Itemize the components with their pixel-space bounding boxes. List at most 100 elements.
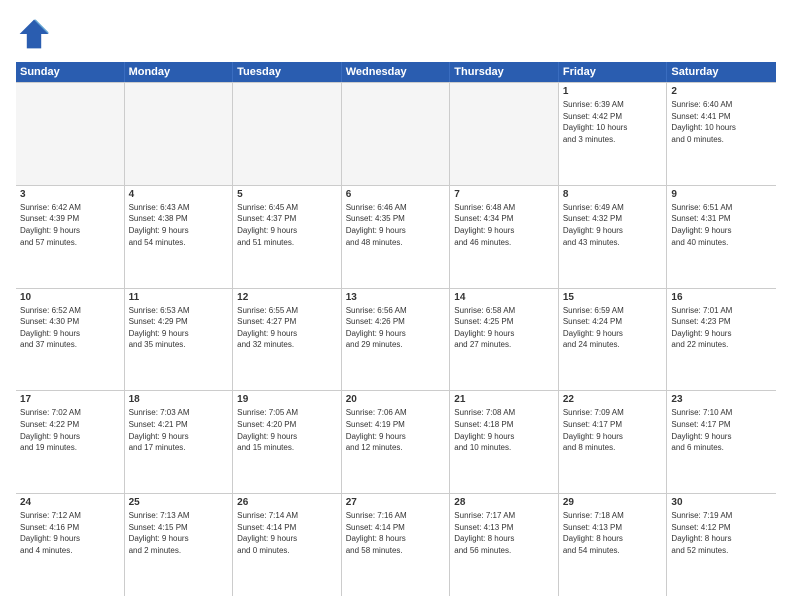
day-info: Sunrise: 6:55 AM Sunset: 4:27 PM Dayligh… xyxy=(237,305,337,351)
day-info: Sunrise: 7:18 AM Sunset: 4:13 PM Dayligh… xyxy=(563,510,663,556)
day-number: 6 xyxy=(346,189,446,200)
week-row-4: 17 Sunrise: 7:02 AM Sunset: 4:22 PM Dayli… xyxy=(16,390,776,493)
day-number: 27 xyxy=(346,497,446,508)
day-info: Sunrise: 7:10 AM Sunset: 4:17 PM Dayligh… xyxy=(671,407,772,453)
day-cell-9: 9 Sunrise: 6:51 AM Sunset: 4:31 PM Daylig… xyxy=(667,186,776,288)
logo xyxy=(16,16,58,52)
day-info: Sunrise: 7:14 AM Sunset: 4:14 PM Dayligh… xyxy=(237,510,337,556)
week-row-1: 1 Sunrise: 6:39 AM Sunset: 4:42 PM Daylig… xyxy=(16,82,776,185)
day-number: 5 xyxy=(237,189,337,200)
day-number: 9 xyxy=(671,189,772,200)
day-number: 11 xyxy=(129,292,229,303)
day-cell-6: 6 Sunrise: 6:46 AM Sunset: 4:35 PM Daylig… xyxy=(342,186,451,288)
weekday-header-tuesday: Tuesday xyxy=(233,62,342,82)
day-number: 12 xyxy=(237,292,337,303)
day-info: Sunrise: 6:58 AM Sunset: 4:25 PM Dayligh… xyxy=(454,305,554,351)
day-info: Sunrise: 6:40 AM Sunset: 4:41 PM Dayligh… xyxy=(671,99,772,145)
weekday-header-monday: Monday xyxy=(125,62,234,82)
page: SundayMondayTuesdayWednesdayThursdayFrid… xyxy=(0,0,792,612)
day-info: Sunrise: 6:49 AM Sunset: 4:32 PM Dayligh… xyxy=(563,202,663,248)
weekday-header-sunday: Sunday xyxy=(16,62,125,82)
day-info: Sunrise: 6:46 AM Sunset: 4:35 PM Dayligh… xyxy=(346,202,446,248)
day-info: Sunrise: 7:05 AM Sunset: 4:20 PM Dayligh… xyxy=(237,407,337,453)
day-cell-10: 10 Sunrise: 6:52 AM Sunset: 4:30 PM Dayli… xyxy=(16,289,125,391)
day-number: 20 xyxy=(346,394,446,405)
calendar-body: 1 Sunrise: 6:39 AM Sunset: 4:42 PM Daylig… xyxy=(16,82,776,596)
day-info: Sunrise: 6:43 AM Sunset: 4:38 PM Dayligh… xyxy=(129,202,229,248)
week-row-5: 24 Sunrise: 7:12 AM Sunset: 4:16 PM Dayli… xyxy=(16,493,776,596)
logo-icon xyxy=(16,16,52,52)
day-info: Sunrise: 7:16 AM Sunset: 4:14 PM Dayligh… xyxy=(346,510,446,556)
empty-cell xyxy=(125,83,234,185)
day-number: 4 xyxy=(129,189,229,200)
day-cell-1: 1 Sunrise: 6:39 AM Sunset: 4:42 PM Daylig… xyxy=(559,83,668,185)
day-info: Sunrise: 6:39 AM Sunset: 4:42 PM Dayligh… xyxy=(563,99,663,145)
day-cell-18: 18Sunrise: 7:03 AM Sunset: 4:21 PM Dayli… xyxy=(125,391,234,493)
day-info: Sunrise: 7:09 AM Sunset: 4:17 PM Dayligh… xyxy=(563,407,663,453)
weekday-header-wednesday: Wednesday xyxy=(342,62,451,82)
day-info: Sunrise: 7:17 AM Sunset: 4:13 PM Dayligh… xyxy=(454,510,554,556)
empty-cell xyxy=(342,83,451,185)
day-number: 25 xyxy=(129,497,229,508)
day-cell-22: 22Sunrise: 7:09 AM Sunset: 4:17 PM Dayli… xyxy=(559,391,668,493)
day-cell-7: 7 Sunrise: 6:48 AM Sunset: 4:34 PM Daylig… xyxy=(450,186,559,288)
day-info: Sunrise: 6:51 AM Sunset: 4:31 PM Dayligh… xyxy=(671,202,772,248)
day-info: Sunrise: 7:19 AM Sunset: 4:12 PM Dayligh… xyxy=(671,510,772,556)
day-cell-15: 15 Sunrise: 6:59 AM Sunset: 4:24 PM Dayli… xyxy=(559,289,668,391)
day-number: 21 xyxy=(454,394,554,405)
day-cell-11: 11 Sunrise: 6:53 AM Sunset: 4:29 PM Dayli… xyxy=(125,289,234,391)
day-cell-4: 4 Sunrise: 6:43 AM Sunset: 4:38 PM Daylig… xyxy=(125,186,234,288)
day-number: 29 xyxy=(563,497,663,508)
day-number: 7 xyxy=(454,189,554,200)
day-cell-2: 2 Sunrise: 6:40 AM Sunset: 4:41 PM Daylig… xyxy=(667,83,776,185)
day-number: 17 xyxy=(20,394,120,405)
day-cell-17: 17 Sunrise: 7:02 AM Sunset: 4:22 PM Dayli… xyxy=(16,391,125,493)
day-cell-30: 30 Sunrise: 7:19 AM Sunset: 4:12 PM Dayli… xyxy=(667,494,776,596)
day-info: Sunrise: 7:13 AM Sunset: 4:15 PM Dayligh… xyxy=(129,510,229,556)
day-info: Sunrise: 6:42 AM Sunset: 4:39 PM Dayligh… xyxy=(20,202,120,248)
day-info: Sunrise: 7:12 AM Sunset: 4:16 PM Dayligh… xyxy=(20,510,120,556)
day-info: Sunrise: 6:59 AM Sunset: 4:24 PM Dayligh… xyxy=(563,305,663,351)
day-cell-12: 12 Sunrise: 6:55 AM Sunset: 4:27 PM Dayli… xyxy=(233,289,342,391)
week-row-2: 3 Sunrise: 6:42 AM Sunset: 4:39 PM Daylig… xyxy=(16,185,776,288)
day-number: 23 xyxy=(671,394,772,405)
day-cell-20: 20Sunrise: 7:06 AM Sunset: 4:19 PM Dayli… xyxy=(342,391,451,493)
weekday-header-thursday: Thursday xyxy=(450,62,559,82)
day-number: 24 xyxy=(20,497,120,508)
day-cell-29: 29 Sunrise: 7:18 AM Sunset: 4:13 PM Dayli… xyxy=(559,494,668,596)
day-number: 14 xyxy=(454,292,554,303)
day-cell-5: 5 Sunrise: 6:45 AM Sunset: 4:37 PM Daylig… xyxy=(233,186,342,288)
day-number: 15 xyxy=(563,292,663,303)
day-cell-16: 16 Sunrise: 7:01 AM Sunset: 4:23 PM Dayli… xyxy=(667,289,776,391)
day-cell-27: 27 Sunrise: 7:16 AM Sunset: 4:14 PM Dayli… xyxy=(342,494,451,596)
day-cell-28: 28Sunrise: 7:17 AM Sunset: 4:13 PM Dayli… xyxy=(450,494,559,596)
header xyxy=(16,16,776,52)
day-number: 16 xyxy=(671,292,772,303)
weekday-header-friday: Friday xyxy=(559,62,668,82)
calendar: SundayMondayTuesdayWednesdayThursdayFrid… xyxy=(16,62,776,596)
calendar-header: SundayMondayTuesdayWednesdayThursdayFrid… xyxy=(16,62,776,82)
day-cell-24: 24 Sunrise: 7:12 AM Sunset: 4:16 PM Dayli… xyxy=(16,494,125,596)
day-info: Sunrise: 7:02 AM Sunset: 4:22 PM Dayligh… xyxy=(20,407,120,453)
day-number: 18 xyxy=(129,394,229,405)
day-info: Sunrise: 6:48 AM Sunset: 4:34 PM Dayligh… xyxy=(454,202,554,248)
weekday-header-saturday: Saturday xyxy=(667,62,776,82)
empty-cell xyxy=(16,83,125,185)
day-number: 3 xyxy=(20,189,120,200)
empty-cell xyxy=(233,83,342,185)
day-cell-8: 8Sunrise: 6:49 AM Sunset: 4:32 PM Daylig… xyxy=(559,186,668,288)
day-info: Sunrise: 7:08 AM Sunset: 4:18 PM Dayligh… xyxy=(454,407,554,453)
day-info: Sunrise: 6:53 AM Sunset: 4:29 PM Dayligh… xyxy=(129,305,229,351)
day-cell-25: 25 Sunrise: 7:13 AM Sunset: 4:15 PM Dayli… xyxy=(125,494,234,596)
day-info: Sunrise: 6:45 AM Sunset: 4:37 PM Dayligh… xyxy=(237,202,337,248)
day-info: Sunrise: 7:01 AM Sunset: 4:23 PM Dayligh… xyxy=(671,305,772,351)
day-number: 10 xyxy=(20,292,120,303)
day-number: 2 xyxy=(671,86,772,97)
day-number: 30 xyxy=(671,497,772,508)
day-number: 1 xyxy=(563,86,663,97)
day-cell-14: 14 Sunrise: 6:58 AM Sunset: 4:25 PM Dayli… xyxy=(450,289,559,391)
day-cell-23: 23 Sunrise: 7:10 AM Sunset: 4:17 PM Dayli… xyxy=(667,391,776,493)
day-cell-26: 26Sunrise: 7:14 AM Sunset: 4:14 PM Dayli… xyxy=(233,494,342,596)
day-info: Sunrise: 6:52 AM Sunset: 4:30 PM Dayligh… xyxy=(20,305,120,351)
day-cell-19: 19Sunrise: 7:05 AM Sunset: 4:20 PM Dayli… xyxy=(233,391,342,493)
